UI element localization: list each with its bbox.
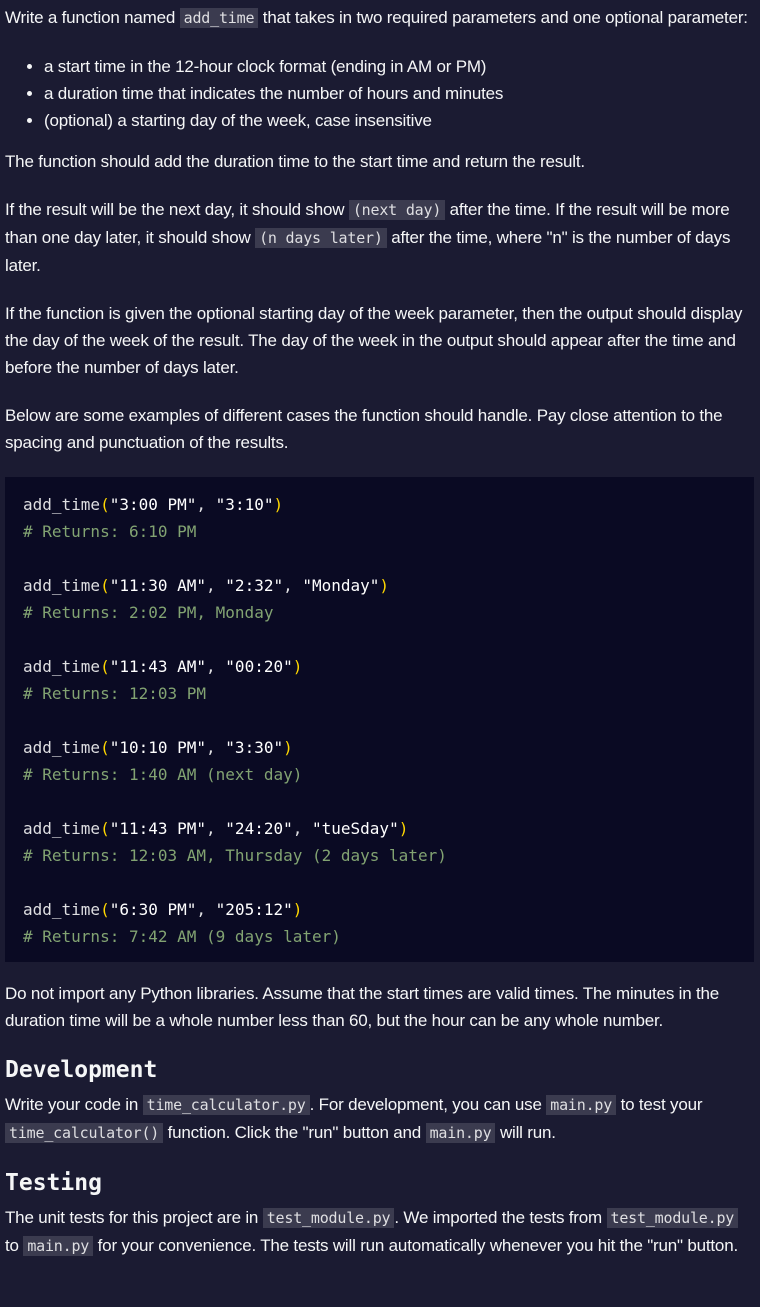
code-call: add_time("6:30 PM", "205:12")	[23, 900, 303, 919]
text: . For development, you can use	[309, 1095, 547, 1114]
text: to	[5, 1236, 24, 1255]
string-argument: "11:43 AM"	[109, 657, 207, 676]
string-argument: "3:30"	[225, 738, 284, 757]
string-argument: "10:10 PM"	[109, 738, 207, 757]
function-code: time_calculator()	[5, 1123, 164, 1143]
text: . We imported the tests from	[394, 1208, 607, 1227]
string-argument: "11:43 PM"	[109, 819, 207, 838]
code-example: add_time("11:30 AM", "2:32", "Monday") # …	[23, 572, 736, 626]
code-call: add_time("3:00 PM", "3:10")	[23, 495, 284, 514]
days-later-code: (n days later)	[255, 228, 387, 248]
file-code: time_calculator.py	[142, 1095, 310, 1115]
code-example: add_time("11:43 AM", "00:20") # Returns: …	[23, 653, 736, 707]
text: If the result will be the next day, it s…	[5, 200, 349, 219]
code-call: add_time("11:43 AM", "00:20")	[23, 657, 303, 676]
file-code: main.py	[23, 1236, 94, 1256]
text: to test your	[616, 1095, 703, 1114]
code-example: add_time("11:43 PM", "24:20", "tueSday")…	[23, 815, 736, 869]
file-code: main.py	[546, 1095, 617, 1115]
list-item: a start time in the 12-hour clock format…	[44, 53, 754, 80]
text: Write your code in	[5, 1095, 143, 1114]
string-argument: "2:32"	[225, 576, 284, 595]
string-argument: "11:30 AM"	[109, 576, 207, 595]
code-example: add_time("3:00 PM", "3:10") # Returns: 6:…	[23, 491, 736, 545]
text: function. Click the "run" button and	[163, 1123, 426, 1142]
code-comment: # Returns: 12:03 AM, Thursday (2 days la…	[23, 846, 447, 865]
code-call: add_time("11:43 PM", "24:20", "tueSday")	[23, 819, 409, 838]
development-heading: Development	[5, 1057, 158, 1083]
examples-code-block: add_time("3:00 PM", "3:10") # Returns: 6:…	[5, 477, 754, 962]
add-paragraph: The function should add the duration tim…	[5, 152, 585, 171]
code-call: add_time("10:10 PM", "3:30")	[23, 738, 293, 757]
function-name: add_time	[23, 738, 101, 757]
string-argument: "3:00 PM"	[109, 495, 197, 514]
intro-text: Write a function named	[5, 8, 180, 27]
text: will run.	[495, 1123, 556, 1142]
file-code: test_module.py	[262, 1208, 395, 1228]
code-call: add_time("11:30 AM", "2:32", "Monday")	[23, 576, 390, 595]
string-argument: "00:20"	[225, 657, 293, 676]
code-comment: # Returns: 7:42 AM (9 days later)	[23, 927, 341, 946]
function-name: add_time	[23, 819, 101, 838]
parameter-list: a start time in the 12-hour clock format…	[5, 53, 754, 134]
string-argument: "tueSday"	[312, 819, 399, 838]
function-name-code: add_time	[179, 8, 259, 28]
no-import-paragraph: Do not import any Python libraries. Assu…	[5, 984, 720, 1030]
code-example: add_time("6:30 PM", "205:12") # Returns: …	[23, 896, 736, 950]
string-argument: "Monday"	[302, 576, 380, 595]
code-comment: # Returns: 1:40 AM (next day)	[23, 765, 303, 784]
instructions: Write a function named add_time that tak…	[0, 0, 760, 1260]
file-code: main.py	[425, 1123, 496, 1143]
string-argument: "24:20"	[225, 819, 293, 838]
code-example: add_time("10:10 PM", "3:30") # Returns: 1…	[23, 734, 736, 788]
file-code: test_module.py	[606, 1208, 739, 1228]
function-name: add_time	[23, 495, 101, 514]
next-day-code: (next day)	[348, 200, 446, 220]
string-argument: "3:10"	[215, 495, 274, 514]
intro-paragraph: Write a function named add_time that tak…	[5, 4, 754, 32]
code-comment: # Returns: 12:03 PM	[23, 684, 207, 703]
function-name: add_time	[23, 576, 101, 595]
list-item: (optional) a starting day of the week, c…	[44, 107, 754, 134]
testing-heading: Testing	[5, 1170, 102, 1196]
text: The unit tests for this project are in	[5, 1208, 263, 1227]
list-item: a duration time that indicates the numbe…	[44, 80, 754, 107]
code-comment: # Returns: 6:10 PM	[23, 522, 197, 541]
code-comment: # Returns: 2:02 PM, Monday	[23, 603, 274, 622]
function-name: add_time	[23, 657, 101, 676]
string-argument: "6:30 PM"	[109, 900, 197, 919]
text: for your convenience. The tests will run…	[93, 1236, 739, 1255]
testing-paragraph: The unit tests for this project are in t…	[5, 1204, 754, 1260]
examples-paragraph: Below are some examples of different cas…	[5, 406, 723, 452]
next-day-paragraph: If the result will be the next day, it s…	[5, 196, 754, 279]
function-name: add_time	[23, 900, 101, 919]
weekday-paragraph: If the function is given the optional st…	[5, 304, 743, 377]
development-paragraph: Write your code in time_calculator.py. F…	[5, 1091, 754, 1147]
intro-text-2: that takes in two required parameters an…	[258, 8, 748, 27]
string-argument: "205:12"	[215, 900, 293, 919]
